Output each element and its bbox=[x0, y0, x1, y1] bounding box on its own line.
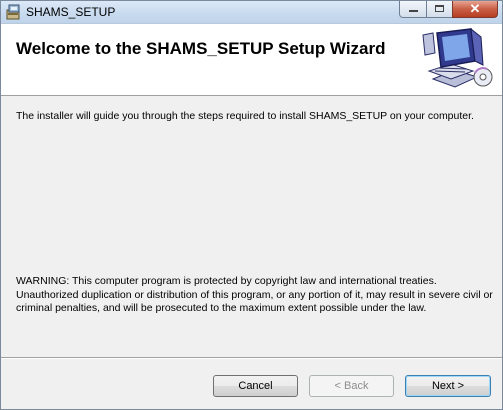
maximize-icon bbox=[435, 5, 444, 12]
minimize-button[interactable] bbox=[399, 1, 427, 18]
minimize-icon bbox=[409, 10, 418, 12]
close-button[interactable]: ✕ bbox=[452, 1, 498, 18]
maximize-button[interactable] bbox=[426, 1, 453, 18]
wizard-content: The installer will guide you through the… bbox=[1, 96, 502, 358]
cancel-button[interactable]: Cancel bbox=[213, 375, 298, 397]
setup-wizard-window: SHAMS_SETUP ✕ Welcome to the SHAMS_SETUP… bbox=[0, 0, 503, 410]
next-button[interactable]: Next > bbox=[405, 375, 491, 397]
back-button[interactable]: < Back bbox=[309, 375, 394, 397]
intro-text: The installer will guide you through the… bbox=[16, 110, 474, 122]
title-bar[interactable]: SHAMS_SETUP ✕ bbox=[1, 1, 502, 24]
computer-disc-icon bbox=[422, 27, 493, 88]
wizard-banner: Welcome to the SHAMS_SETUP Setup Wizard bbox=[1, 24, 502, 96]
window-title: SHAMS_SETUP bbox=[26, 5, 116, 19]
copyright-warning: WARNING: This computer program is protec… bbox=[16, 275, 493, 314]
installer-icon bbox=[6, 4, 20, 20]
close-icon: ✕ bbox=[469, 1, 481, 16]
wizard-heading: Welcome to the SHAMS_SETUP Setup Wizard bbox=[16, 39, 386, 58]
footer-divider bbox=[1, 357, 502, 359]
